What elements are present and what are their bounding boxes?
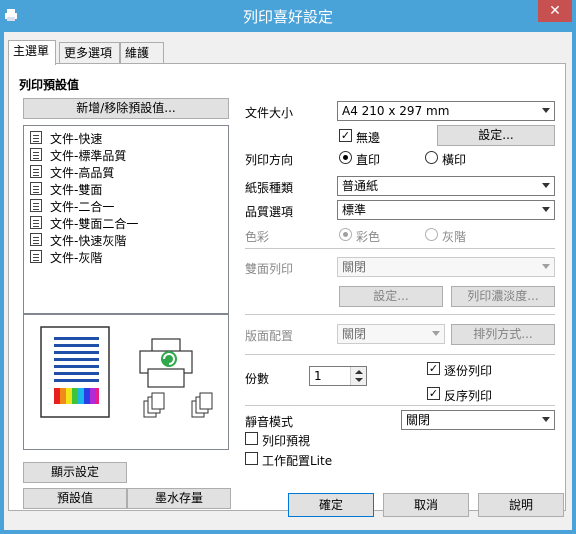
copies-value: 1: [314, 369, 322, 383]
add-remove-presets-button[interactable]: 新增/移除預設值...: [23, 98, 229, 119]
document-icon: [30, 165, 42, 178]
help-button[interactable]: 說明: [478, 493, 564, 517]
tab-main[interactable]: 主選單: [8, 40, 56, 65]
presets-heading: 列印預設值: [19, 78, 80, 92]
tab-maintenance[interactable]: 維護: [120, 42, 164, 64]
chevron-down-icon: [542, 207, 550, 212]
portrait-label: 直印: [356, 153, 381, 167]
orientation-label: 列印方向: [245, 153, 294, 167]
copies-label: 份數: [245, 372, 270, 386]
presets-list[interactable]: 文件-快速 文件-標準品質 文件-高品質 文件-雙面 文件-二合一 文件-雙面二…: [23, 125, 229, 314]
spin-up-icon[interactable]: [355, 370, 363, 374]
divider: [245, 354, 555, 355]
grayscale-radio[interactable]: [425, 228, 438, 241]
chevron-down-icon: [542, 108, 550, 113]
color-radio[interactable]: [339, 228, 352, 241]
quiet-mode-label: 靜音模式: [245, 415, 294, 429]
close-button[interactable]: ✕: [538, 0, 572, 22]
color-label: 色彩: [245, 230, 270, 244]
reverse-order-checkbox[interactable]: ✓: [427, 387, 440, 400]
paper-type-select[interactable]: 普通紙: [337, 176, 555, 196]
collate-checkbox[interactable]: ✓: [427, 362, 440, 375]
divider: [245, 405, 555, 406]
print-preview-label: 列印預視: [262, 434, 311, 448]
chevron-down-icon: [542, 264, 550, 269]
chevron-down-icon: [432, 331, 440, 336]
title-bar: 列印喜好設定 ✕: [0, 0, 576, 32]
duplex-select[interactable]: 關閉: [337, 257, 555, 277]
print-preview-area: [23, 314, 229, 450]
document-icon: [30, 148, 42, 161]
duplex-label: 雙面列印: [245, 262, 294, 276]
borderless-label: 無邊: [356, 131, 381, 145]
duplex-two-up-icon: [30, 216, 42, 229]
quality-select[interactable]: 標準: [337, 200, 555, 220]
grayscale-label: 灰階: [442, 230, 467, 244]
document-icon: [30, 250, 42, 263]
document-size-select[interactable]: A4 210 x 297 mm: [337, 101, 555, 121]
main-tab-panel: 列印預設值 新增/移除預設值... 文件-快速 文件-標準品質 文件-高品質 文…: [8, 63, 566, 511]
landscape-radio[interactable]: [425, 151, 438, 164]
quiet-mode-value: 關閉: [406, 413, 431, 427]
landscape-label: 橫印: [442, 153, 467, 167]
document-size-label: 文件大小: [245, 106, 294, 120]
job-arranger-checkbox[interactable]: [245, 452, 258, 465]
chevron-down-icon: [542, 417, 550, 422]
job-arranger-label: 工作配置Lite: [262, 454, 333, 468]
spin-buttons[interactable]: [350, 367, 366, 385]
color-option-label: 彩色: [356, 230, 381, 244]
document-icon: [30, 233, 42, 246]
cancel-button[interactable]: 取消: [383, 493, 469, 517]
layout-order-button[interactable]: 排列方式...: [451, 324, 555, 345]
chevron-down-icon: [542, 183, 550, 188]
print-density-button[interactable]: 列印濃淡度...: [451, 286, 555, 307]
document-icon: [30, 131, 42, 144]
duplex-settings-button[interactable]: 設定...: [339, 286, 443, 307]
borderless-checkbox[interactable]: ✓: [339, 129, 352, 142]
spin-down-icon[interactable]: [355, 378, 363, 382]
ink-levels-button[interactable]: 墨水存量: [127, 488, 231, 509]
quality-label: 品質選項: [245, 205, 294, 219]
paper-type-label: 紙張種類: [245, 181, 294, 195]
preview-illustration: [40, 326, 213, 418]
borderless-settings-button[interactable]: 設定...: [437, 125, 555, 146]
defaults-button[interactable]: 預設值: [23, 488, 127, 509]
paper-type-value: 普通紙: [342, 179, 379, 193]
portrait-radio[interactable]: [339, 151, 352, 164]
layout-value: 關閉: [342, 327, 367, 341]
window-title: 列印喜好設定: [242, 8, 333, 26]
print-preview-checkbox[interactable]: [245, 432, 258, 445]
collate-label: 逐份列印: [444, 364, 493, 378]
tab-more-options[interactable]: 更多選項: [59, 42, 120, 64]
dialog-client: 主選單 更多選項 維護 列印預設值 新增/移除預設值... 文件-快速 文件-標…: [4, 32, 572, 530]
duplex-value: 關閉: [342, 260, 367, 274]
divider: [245, 314, 555, 315]
quality-value: 標準: [342, 203, 367, 217]
copies-spinner[interactable]: 1: [309, 366, 367, 386]
duplex-document-icon: [30, 182, 42, 195]
document-size-value: A4 210 x 297 mm: [342, 104, 450, 118]
layout-select[interactable]: 關閉: [337, 324, 445, 344]
divider: [245, 248, 555, 249]
quiet-mode-select[interactable]: 關閉: [401, 410, 555, 430]
two-up-icon: [30, 199, 42, 212]
layout-label: 版面配置: [245, 329, 294, 343]
ok-button[interactable]: 確定: [288, 493, 374, 517]
reverse-order-label: 反序列印: [444, 389, 493, 403]
show-settings-button[interactable]: 顯示設定: [23, 462, 127, 483]
